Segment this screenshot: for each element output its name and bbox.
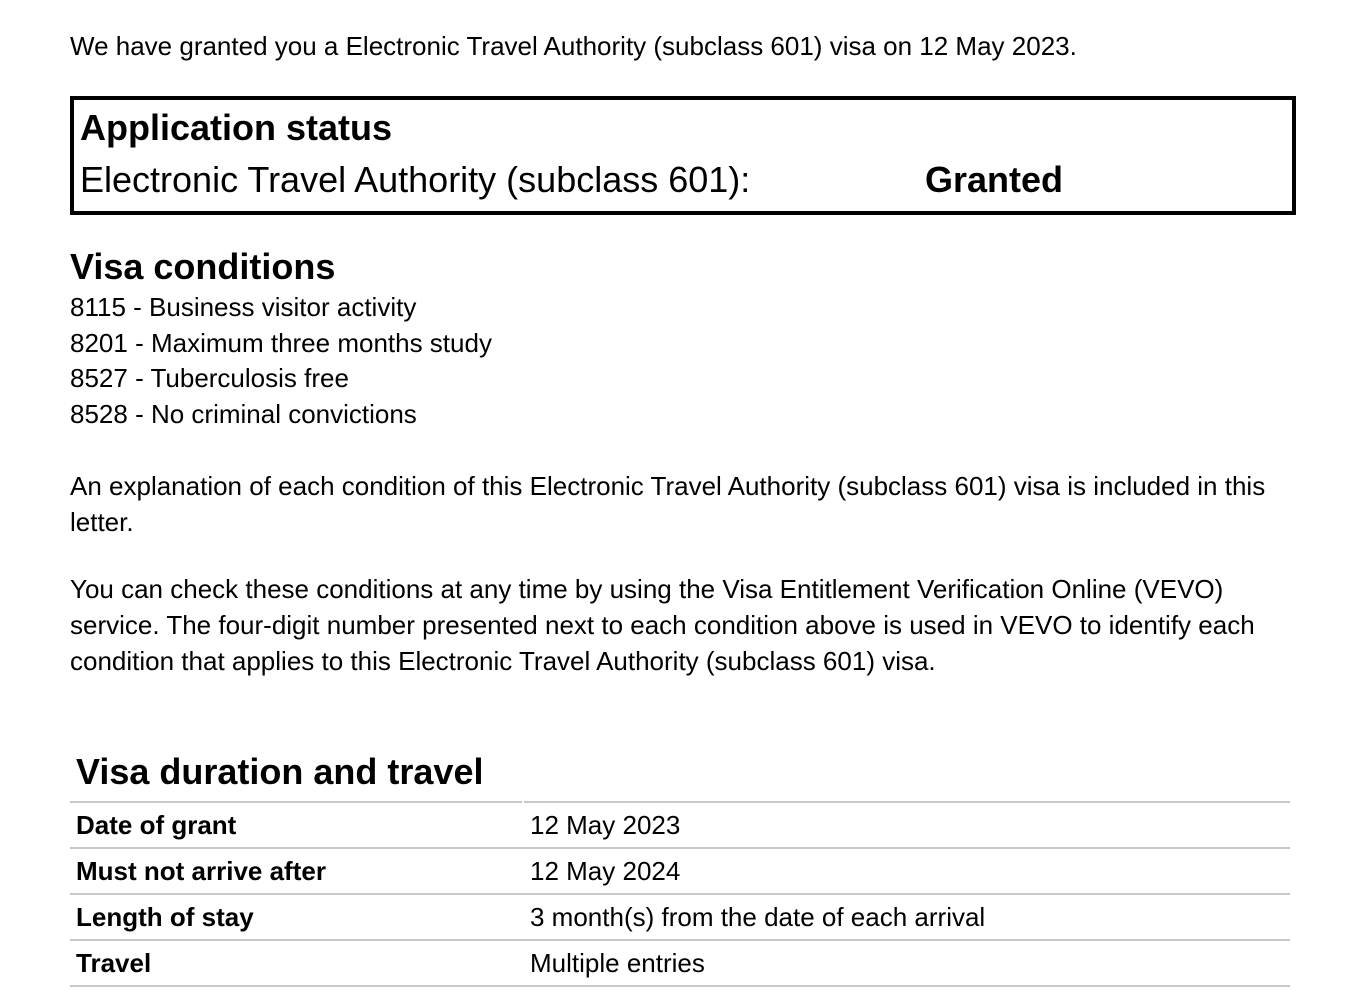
visa-duration-table: Date of grant 12 May 2023 Must not arriv… [70, 801, 1290, 987]
travel-label: Travel [70, 939, 524, 987]
application-status-label: Electronic Travel Authority (subclass 60… [80, 159, 751, 200]
table-row: Length of stay 3 month(s) from the date … [70, 893, 1290, 941]
must-not-arrive-after-label: Must not arrive after [70, 847, 524, 895]
visa-conditions-heading: Visa conditions [70, 246, 336, 287]
grant-intro-text: We have granted you a Electronic Travel … [70, 31, 1077, 61]
visa-duration-heading: Visa duration and travel [76, 751, 484, 792]
conditions-explanation-paragraph: An explanation of each condition of this… [70, 471, 1266, 537]
date-of-grant-label: Date of grant [70, 801, 524, 849]
condition-item: 8528 - No criminal convictions [70, 398, 417, 429]
application-status-value: Granted [925, 159, 1064, 200]
length-of-stay-label: Length of stay [70, 893, 524, 941]
application-status-title: Application status [80, 107, 393, 148]
table-row: Travel Multiple entries [70, 939, 1290, 987]
visa-conditions-list: 8115 - Business visitor activity 8201 - … [70, 290, 492, 432]
vevo-paragraph: You can check these conditions at any ti… [70, 574, 1255, 676]
condition-item: 8115 - Business visitor activity [70, 292, 417, 322]
date-of-grant-value: 12 May 2023 [523, 801, 1290, 849]
table-row: Must not arrive after 12 May 2024 [70, 847, 1290, 895]
condition-item: 8527 - Tuberculosis free [70, 363, 349, 393]
condition-item: 8201 - Maximum three months study [70, 327, 492, 358]
table-row: Date of grant 12 May 2023 [70, 801, 1290, 849]
length-of-stay-value: 3 month(s) from the date of each arrival [523, 893, 1290, 941]
application-status-box: Application status Electronic Travel Aut… [70, 96, 1296, 215]
travel-value: Multiple entries [523, 939, 1290, 987]
must-not-arrive-after-value: 12 May 2024 [523, 847, 1290, 895]
